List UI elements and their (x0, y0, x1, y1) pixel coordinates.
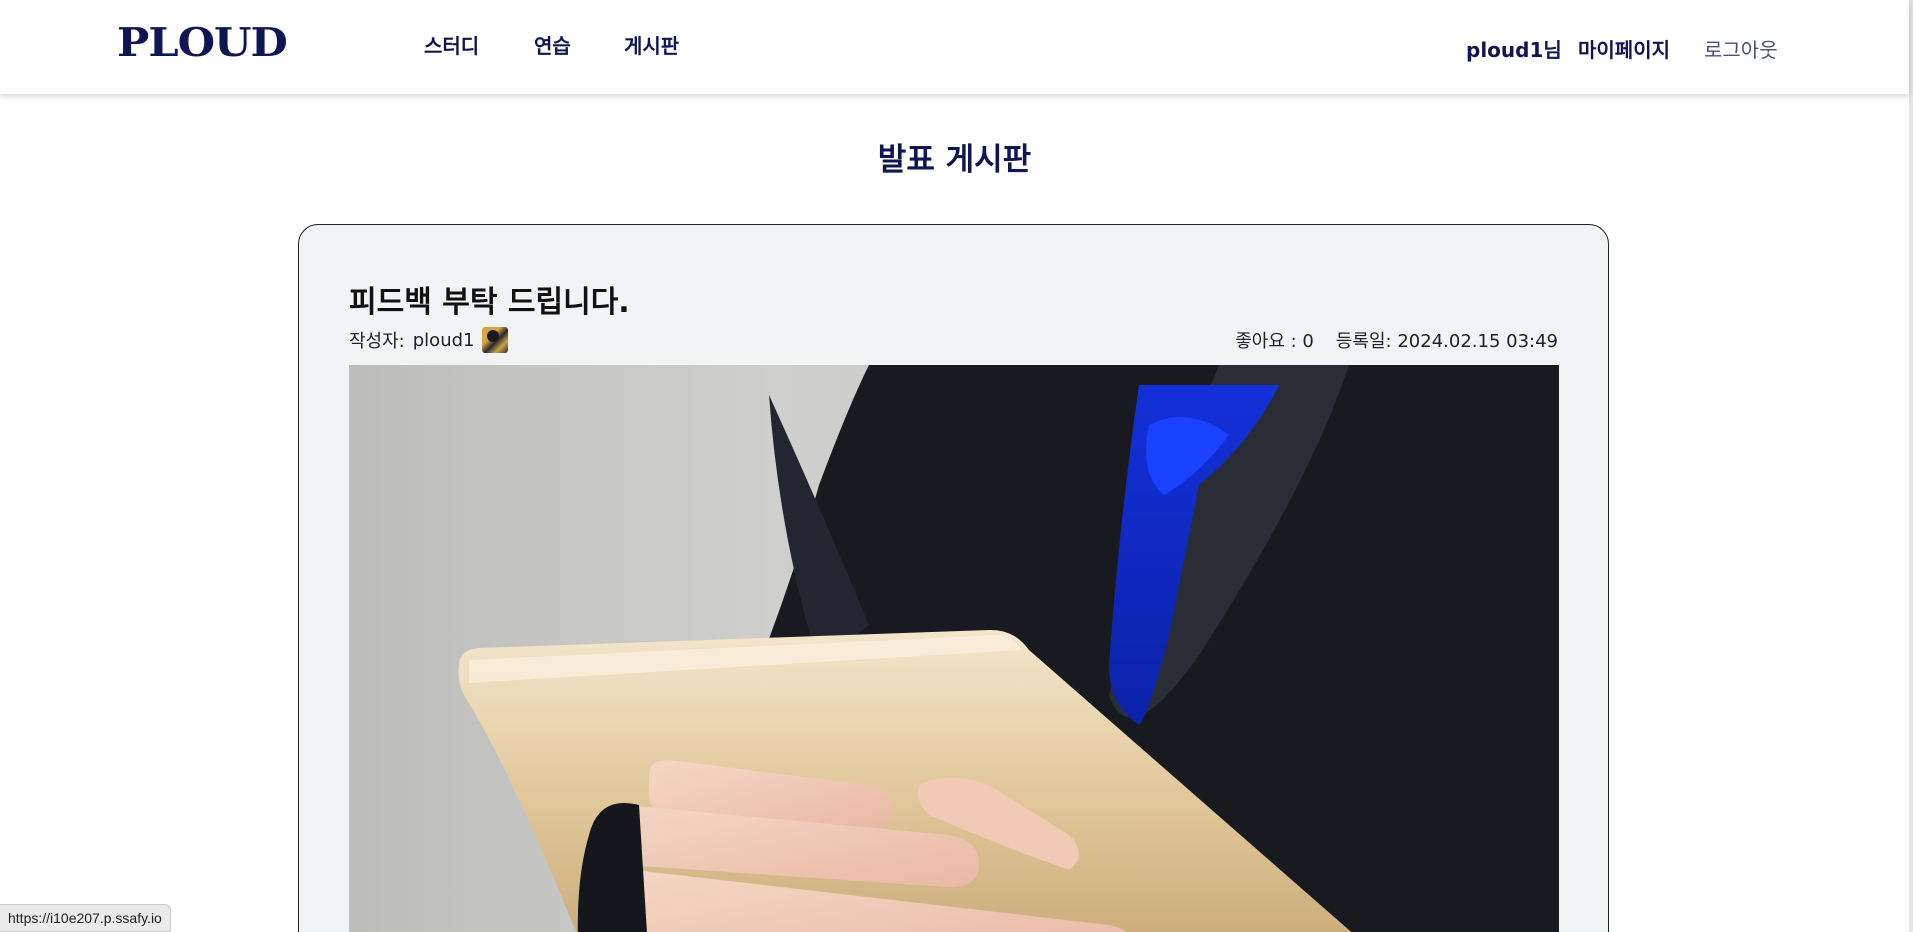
mypage-link[interactable]: 마이페이지 (1578, 34, 1670, 63)
post-meta: 좋아요 : 0 등록일: 2024.02.15 03:49 (1235, 327, 1558, 353)
nav-study[interactable]: 스터디 (424, 30, 479, 59)
page-title: 발표 게시판 (877, 142, 1032, 178)
author-avatar (482, 327, 509, 353)
logout-link[interactable]: 로그아웃 (1704, 34, 1778, 63)
post-title: 피드백 부탁 드립니다. (349, 285, 630, 320)
post-author: 작성자: ploud1 (349, 327, 509, 353)
like-count: 좋아요 : 0 (1235, 331, 1314, 352)
author-name: ploud1 (412, 329, 475, 351)
user-name: ploud1님 (1466, 38, 1562, 62)
post-card: 피드백 부탁 드립니다. 작성자: ploud1 좋아요 : 0 등록일: 20… (298, 224, 1609, 932)
ploud-logo[interactable]: PLOUD (117, 24, 288, 64)
post-image (349, 365, 1559, 932)
author-label: 작성자: (349, 331, 405, 352)
nav-practice[interactable]: 연습 (534, 30, 571, 59)
page-scrollbar[interactable] (1909, 0, 1913, 932)
status-bar-url: https://i10e207.p.ssafy.io (0, 904, 171, 932)
top-header: PLOUD 스터디 연습 게시판 ploud1님 마이페이지 로그아웃 (0, 0, 1909, 94)
post-date: 등록일: 2024.02.15 03:49 (1335, 331, 1558, 352)
nav-board[interactable]: 게시판 (624, 30, 679, 59)
